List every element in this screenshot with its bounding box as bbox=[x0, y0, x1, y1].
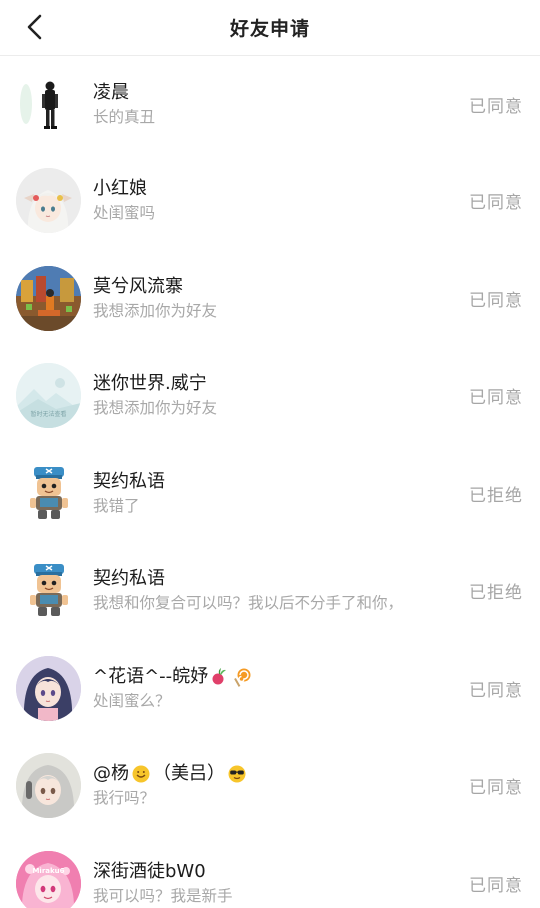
requester-name: 契约私语 bbox=[93, 470, 165, 492]
smile-emoji bbox=[132, 765, 150, 783]
avatar[interactable]: Miraku6 bbox=[16, 850, 81, 908]
friend-request-row[interactable]: Miraku6 深街酒徒bW0 我可以吗？我是新手 已同意 bbox=[0, 835, 540, 908]
request-message: 长的真丑 bbox=[93, 107, 156, 126]
avatar[interactable]: 暂时无法查看 bbox=[16, 363, 81, 429]
avatar-caption: Miraku6 bbox=[32, 866, 65, 875]
friend-request-row[interactable]: ^花语^--皖妤 处闺蜜么？ 已同意 bbox=[0, 640, 540, 738]
avatar[interactable] bbox=[16, 655, 81, 721]
requester-name: 深街酒徒bW0 bbox=[93, 860, 206, 882]
requester-name: 小红娘 bbox=[93, 178, 147, 200]
sunglasses-emoji bbox=[228, 765, 246, 783]
chevron-left-icon bbox=[27, 14, 42, 40]
request-status: 已同意 bbox=[469, 388, 523, 409]
avatar[interactable] bbox=[16, 460, 81, 526]
requester-name: 凌晨 bbox=[93, 81, 129, 103]
request-message: 我可以吗？我是新手 bbox=[93, 886, 233, 905]
request-status: 已同意 bbox=[469, 680, 523, 701]
avatar[interactable] bbox=[16, 558, 81, 624]
avatar[interactable] bbox=[16, 265, 81, 331]
avatar[interactable] bbox=[16, 71, 81, 137]
avatar[interactable] bbox=[16, 168, 81, 234]
requester-name: @杨 （美吕） bbox=[93, 762, 430, 786]
back-button[interactable] bbox=[18, 10, 52, 44]
request-status: 已同意 bbox=[469, 875, 523, 896]
requester-name-suffix: （美吕） bbox=[153, 763, 225, 785]
friend-request-row[interactable]: 契约私语 我想和你复合可以吗？我以后不分手了和你， 已拒绝 bbox=[0, 542, 540, 640]
request-message: 我行吗？ bbox=[93, 789, 156, 808]
request-status: 已同意 bbox=[469, 290, 523, 311]
requester-name: 迷你世界.威宁 bbox=[93, 373, 207, 395]
friend-request-row[interactable]: @杨 （美吕） 我行吗？ 已同意 bbox=[0, 737, 540, 835]
requester-name-text: ^花语^--皖妤 bbox=[93, 665, 209, 687]
friend-request-row[interactable]: 小红娘 处闺蜜吗 已同意 bbox=[0, 152, 540, 250]
request-status: 已拒绝 bbox=[469, 485, 523, 506]
request-message: 我想添加你为好友 bbox=[93, 399, 218, 418]
friend-request-row[interactable]: 契约私语 我错了 已拒绝 bbox=[0, 445, 540, 543]
top-bar: 好友申请 bbox=[0, 0, 540, 56]
friend-request-row[interactable]: 暂时无法查看 迷你世界.威宁 我想添加你为好友 已同意 bbox=[0, 347, 540, 445]
requester-name: 莫兮风流寨 bbox=[93, 275, 183, 297]
friend-request-list: 凌晨 长的真丑 已同意 小红娘 处闺蜜吗 已同意 莫兮风流寨 我想添加你为好友 … bbox=[0, 56, 540, 908]
friend-request-row[interactable]: 凌晨 长的真丑 已同意 bbox=[0, 56, 540, 152]
page-title: 好友申请 bbox=[229, 18, 310, 40]
lollipop-emoji bbox=[234, 668, 251, 687]
avatar[interactable] bbox=[16, 753, 81, 819]
request-message: 处闺蜜吗 bbox=[93, 204, 156, 223]
requester-name: ^花语^--皖妤 bbox=[93, 665, 430, 689]
request-message: 我想添加你为好友 bbox=[93, 301, 218, 320]
avatar-caption: 暂时无法查看 bbox=[30, 411, 67, 419]
request-status: 已同意 bbox=[469, 96, 523, 117]
request-message: 处闺蜜么？ bbox=[93, 691, 171, 710]
request-message: 我想和你复合可以吗？我以后不分手了和你， bbox=[93, 594, 404, 613]
request-status: 已同意 bbox=[469, 193, 523, 214]
friend-request-row[interactable]: 莫兮风流寨 我想添加你为好友 已同意 bbox=[0, 250, 540, 348]
requester-name: 契约私语 bbox=[93, 568, 165, 590]
requester-name-text: @杨 bbox=[93, 763, 129, 785]
request-status: 已拒绝 bbox=[469, 583, 523, 604]
request-status: 已同意 bbox=[469, 778, 523, 799]
radish-emoji bbox=[212, 667, 227, 685]
request-message: 我错了 bbox=[93, 496, 140, 515]
